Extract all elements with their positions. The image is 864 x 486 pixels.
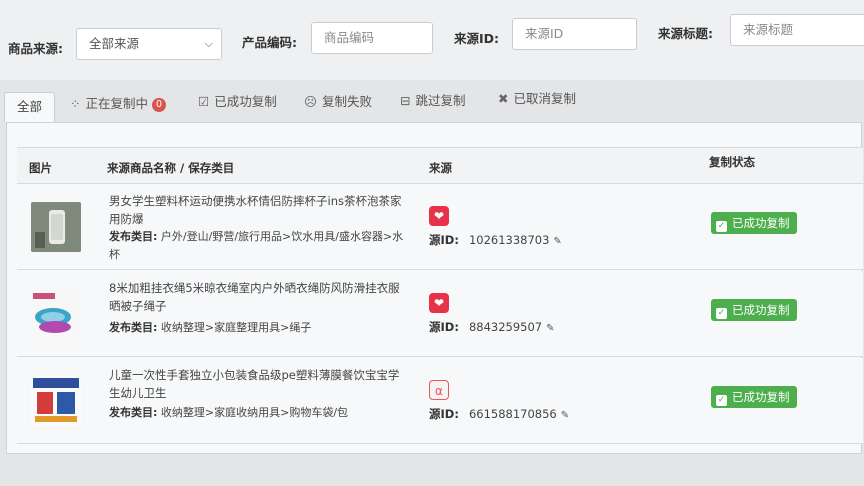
category-value: 收纳整理>家庭整理用具>绳子: [160, 321, 312, 334]
tab-success[interactable]: ☑ 已成功复制: [198, 86, 277, 118]
product-name[interactable]: 男女学生塑料杯运动便携水杯情侣防摔杯子ins茶杯泡茶家用防爆: [109, 192, 409, 228]
title-input[interactable]: 来源标题: [730, 14, 864, 46]
source-label: 商品来源:: [8, 41, 63, 56]
frown-icon: ☹: [304, 94, 318, 109]
tab-skipped-label: 跳过复制: [415, 93, 466, 108]
source-id: 源ID: 10261338703 ✎: [429, 232, 562, 248]
table-row: 8米加粗挂衣绳5米晾衣绳室内户外晒衣绳防风防滑挂衣服晒被子绳子 发布类目: 收纳…: [17, 271, 863, 357]
source-id-label: 来源ID:: [454, 31, 500, 46]
chevron-down-icon: ⌵: [204, 37, 213, 50]
status-badge: ✓ 已成功复制: [711, 386, 797, 408]
table-row: 儿童一次性手套独立小包装食品级pe塑料薄膜餐饮宝宝学生幼儿卫生 发布类目: 收纳…: [17, 358, 863, 444]
source-select[interactable]: 全部来源 ⌵: [76, 28, 222, 60]
tab-copying[interactable]: ⁘ 正在复制中 0: [70, 88, 166, 120]
source-id-value: 661588170856: [468, 407, 557, 421]
filter-bar: 商品来源: 全部来源 ⌵ 产品编码: 商品编码 来源ID: 来源ID 来源标题:…: [0, 0, 864, 80]
tab-success-label: 已成功复制: [214, 94, 277, 109]
title-label: 来源标题:: [658, 26, 713, 41]
status-badge: ✓ 已成功复制: [711, 299, 797, 321]
header-source: 来源: [429, 161, 452, 175]
tab-skipped[interactable]: ⊟ 跳过复制: [400, 85, 466, 117]
source-id-input[interactable]: 来源ID: [512, 18, 637, 50]
copy-table: 图片 来源商品名称 / 保存类目 来源 复制状态 男女学生塑料杯运动便携水杯情侣…: [17, 147, 863, 444]
alibaba-icon[interactable]: α: [429, 380, 449, 400]
category-label: 发布类目:: [109, 406, 158, 419]
tab-failed-label: 复制失败: [322, 94, 373, 109]
results-panel: 图片 来源商品名称 / 保存类目 来源 复制状态 男女学生塑料杯运动便携水杯情侣…: [6, 122, 863, 454]
status-badge: ✓ 已成功复制: [711, 212, 797, 234]
product-thumbnail[interactable]: [31, 289, 81, 339]
copying-count-badge: 0: [152, 97, 166, 112]
category-label: 发布类目:: [109, 230, 158, 243]
check-icon: ✓: [716, 221, 727, 232]
product-thumbnail[interactable]: [31, 376, 81, 426]
product-thumbnail[interactable]: [31, 202, 81, 252]
edit-icon[interactable]: ✎: [553, 236, 561, 247]
category-value: 收纳整理>家庭收纳用具>购物车袋/包: [160, 406, 349, 419]
edit-icon[interactable]: ✎: [546, 323, 554, 334]
title-placeholder: 来源标题: [743, 22, 794, 37]
source-id-value: 10261338703: [468, 233, 550, 247]
edit-icon[interactable]: ✎: [561, 410, 569, 421]
source-id-label: 源ID:: [429, 233, 459, 247]
times-icon: ✖: [498, 91, 509, 106]
tab-failed[interactable]: ☹ 复制失败: [304, 86, 372, 118]
tab-cancelled[interactable]: ✖ 已取消复制: [498, 83, 576, 115]
category-label: 发布类目:: [109, 321, 158, 334]
table-header: 图片 来源商品名称 / 保存类目 来源 复制状态: [17, 148, 863, 184]
tab-cancelled-label: 已取消复制: [513, 91, 576, 106]
product-name[interactable]: 8米加粗挂衣绳5米晾衣绳室内户外晒衣绳防风防滑挂衣服晒被子绳子: [109, 279, 409, 315]
code-placeholder: 商品编码: [324, 30, 375, 45]
table-row: 男女学生塑料杯运动便携水杯情侣防摔杯子ins茶杯泡茶家用防爆 发布类目: 户外/…: [17, 184, 863, 270]
status-label: 已成功复制: [732, 303, 790, 317]
pinduoduo-icon[interactable]: ❤: [429, 293, 449, 313]
pinduoduo-icon[interactable]: ❤: [429, 206, 449, 226]
code-input[interactable]: 商品编码: [311, 22, 433, 54]
source-select-value: 全部来源: [89, 36, 140, 51]
header-name: 来源商品名称 / 保存类目: [107, 161, 235, 175]
tab-all-label: 全部: [17, 99, 43, 114]
tab-copying-label: 正在复制中: [85, 96, 148, 111]
status-label: 已成功复制: [732, 216, 790, 230]
tab-all[interactable]: 全部: [4, 92, 56, 122]
status-tabs: 全部 ⁘ 正在复制中 0 ☑ 已成功复制 ☹ 复制失败 ⊟ 跳过复制 ✖ 已取消复制: [0, 83, 864, 122]
code-label: 产品编码:: [242, 35, 297, 50]
source-id-label: 源ID:: [429, 407, 459, 421]
minus-square-icon: ⊟: [400, 93, 411, 108]
status-label: 已成功复制: [732, 390, 790, 404]
source-id: 源ID: 661588170856 ✎: [429, 406, 569, 422]
product-category: 发布类目: 收纳整理>家庭收纳用具>购物车袋/包: [109, 404, 409, 422]
source-id: 源ID: 8843259507 ✎: [429, 319, 555, 335]
source-id-placeholder: 来源ID: [525, 26, 564, 41]
source-id-value: 8843259507: [468, 320, 543, 334]
source-id-label: 源ID:: [429, 320, 459, 334]
check-icon: ✓: [716, 308, 727, 319]
product-category: 发布类目: 收纳整理>家庭整理用具>绳子: [109, 319, 409, 337]
product-category: 发布类目: 户外/登山/野营/旅行用品>饮水用具/盛水容器>水杯: [109, 228, 409, 264]
check-icon: ✓: [716, 395, 727, 406]
spinner-icon: ⁘: [70, 96, 81, 111]
check-square-icon: ☑: [198, 94, 210, 109]
product-name[interactable]: 儿童一次性手套独立小包装食品级pe塑料薄膜餐饮宝宝学生幼儿卫生: [109, 366, 409, 402]
header-image: 图片: [29, 161, 52, 175]
header-status: 复制状态: [709, 155, 755, 169]
